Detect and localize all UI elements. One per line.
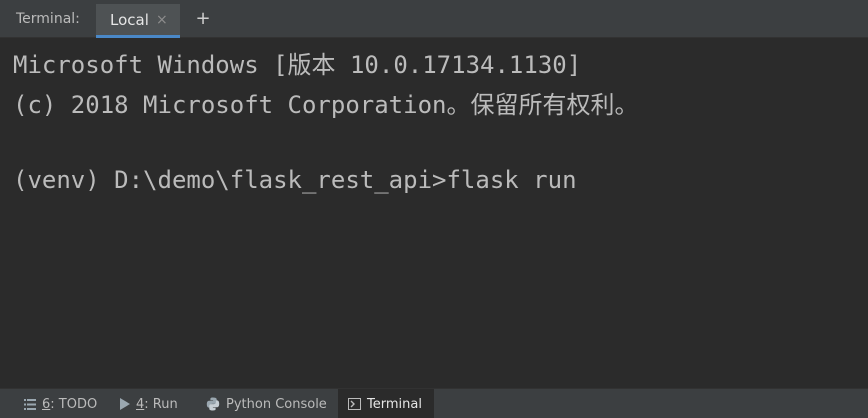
run-shortcut-number: 4 <box>136 396 145 412</box>
todo-list-icon <box>24 398 36 410</box>
active-tab-indicator <box>96 35 180 38</box>
terminal-output[interactable]: Microsoft Windows [版本 10.0.17134.1130] (… <box>0 39 868 388</box>
tab-local-label: Local <box>110 11 149 29</box>
terminal-label: Terminal <box>367 396 422 412</box>
terminal-line: (c) 2018 Microsoft Corporation。保留所有权利。 <box>13 91 639 119</box>
terminal-tab-bar: Terminal: Local × + <box>0 0 868 38</box>
tab-local[interactable]: Local × <box>96 4 180 38</box>
terminal-prompt-line: (venv) D:\demo\flask_rest_api>flask run <box>13 166 577 194</box>
python-icon <box>206 397 220 411</box>
todo-tool-button[interactable]: 6: TODO <box>24 389 97 418</box>
tool-window-title: Terminal: <box>16 11 80 27</box>
app-window: Terminal: Local × + Microsoft Windows [版… <box>0 0 868 418</box>
python-console-tool-button[interactable]: Python Console <box>206 389 327 418</box>
python-console-label: Python Console <box>226 396 327 412</box>
run-icon <box>120 398 130 410</box>
tool-window-bar: 6: TODO 4: Run Python Console Terminal <box>0 388 868 418</box>
add-icon[interactable]: + <box>193 8 213 30</box>
terminal-tool-button[interactable]: Terminal <box>338 389 434 418</box>
todo-label: : TODO <box>50 396 98 412</box>
terminal-icon <box>348 398 361 410</box>
close-icon[interactable]: × <box>156 12 168 28</box>
terminal-line: Microsoft Windows [版本 10.0.17134.1130] <box>13 51 582 79</box>
run-tool-button[interactable]: 4: Run <box>120 389 178 418</box>
todo-shortcut-number: 6 <box>42 396 51 412</box>
run-label: : Run <box>144 396 178 412</box>
